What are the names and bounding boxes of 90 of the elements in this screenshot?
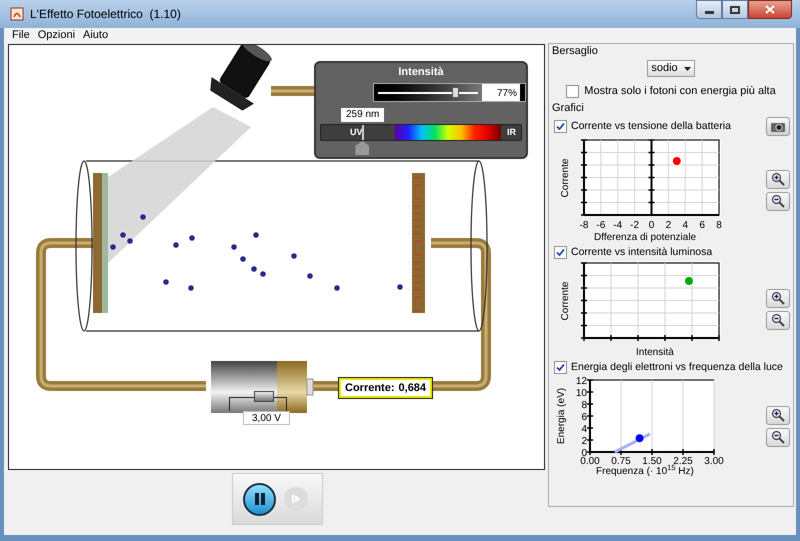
tick-label: -4 <box>613 220 622 231</box>
app-icon <box>10 7 24 21</box>
electron <box>188 285 194 291</box>
checkbox[interactable] <box>554 246 567 259</box>
group-heading: Grafici <box>552 102 585 115</box>
trend-line <box>614 432 651 454</box>
electron <box>307 273 313 279</box>
window-title: L'Effetto Fotoelettrico (1.10) <box>30 6 181 23</box>
tick-label: 0.00 <box>580 456 600 466</box>
electron <box>163 279 169 285</box>
axis-label: Dfferenza di potenziale <box>594 232 696 244</box>
camera-button[interactable] <box>766 117 790 136</box>
tick-label: 4 <box>581 424 587 435</box>
graph-toggle-label: Corrente vs intensità luminosa <box>571 246 712 259</box>
wavelength-slider[interactable]: UV IR <box>320 124 522 141</box>
checkbox[interactable] <box>566 85 580 98</box>
close-icon <box>765 5 775 14</box>
menu-item[interactable]: File <box>12 29 30 42</box>
zoom-in-icon <box>771 408 785 422</box>
tick-label: 1.50 <box>642 456 662 466</box>
slider-handle[interactable] <box>355 141 370 155</box>
maximize-icon <box>730 6 740 14</box>
axis-label: Intensità <box>636 347 674 359</box>
ir-label: IR <box>507 126 516 139</box>
menu-item[interactable]: Aiuto <box>83 29 108 42</box>
zoom-in-icon <box>771 291 785 305</box>
zoom-out-icon <box>771 313 785 327</box>
electron <box>173 242 179 248</box>
tick-label: 8 <box>716 220 722 231</box>
close-button[interactable] <box>748 0 792 19</box>
step-icon <box>290 493 302 505</box>
zoom-out-icon <box>771 194 785 208</box>
checkbox[interactable] <box>554 361 567 374</box>
tick-label: 0.75 <box>611 456 631 466</box>
zoom-in-button[interactable] <box>766 288 790 308</box>
zoom-in-icon <box>771 172 785 186</box>
graph-toggle-label: Energia degli elettroni vs frequenza della luce <box>571 361 783 374</box>
tick-label: 3.00 <box>704 456 724 466</box>
tick-label: -6 <box>596 220 606 231</box>
electron <box>291 253 297 259</box>
electron <box>140 214 146 220</box>
electron <box>334 285 340 291</box>
slider-thumb[interactable] <box>452 87 459 98</box>
tick-label: 6 <box>581 412 587 423</box>
tick-label: 10 <box>576 388 587 399</box>
pause-icon <box>252 492 266 506</box>
tick-label: -2 <box>630 220 640 231</box>
axis-label: Corrente <box>560 282 571 320</box>
tick-label: 4 <box>682 220 688 231</box>
menu-item[interactable]: Opzioni <box>38 29 76 42</box>
panel-title: Intensità <box>397 66 445 79</box>
zoom-in-button[interactable] <box>766 406 790 424</box>
caret-icon <box>684 66 691 70</box>
electron <box>253 232 259 238</box>
zoom-out-button[interactable] <box>766 310 790 330</box>
slider-thumb[interactable] <box>254 391 274 402</box>
target-dropdown[interactable]: sodio <box>647 60 695 77</box>
group-heading: Bersaglio <box>552 45 599 58</box>
voltage-readout: 3,00 V <box>243 411 290 425</box>
wavelength-readout: 259 nm <box>341 108 384 122</box>
current-value: 0,684 <box>398 380 426 396</box>
tick-label: 8 <box>581 400 587 411</box>
zoom-out-icon <box>771 430 785 444</box>
axis-label: Corrente <box>560 158 571 198</box>
current-label: Corrente: <box>345 380 395 396</box>
minimize-icon <box>704 11 714 14</box>
axis-label: Frequenza (· 10$^{15}$ Hz) <box>596 466 694 478</box>
pause-button[interactable] <box>243 482 276 516</box>
graph-toggle-label: Corrente vs tensione della batteria <box>571 120 731 133</box>
tick-label: 2 <box>666 220 672 231</box>
uv-label: UV <box>350 126 363 139</box>
tick-label: 2 <box>581 436 587 447</box>
zoom-out-button[interactable] <box>766 428 790 446</box>
minimize-button[interactable] <box>696 0 722 19</box>
maximize-button[interactable] <box>722 0 748 19</box>
zoom-in-button[interactable] <box>766 170 790 188</box>
tick-label: 0 <box>648 220 654 231</box>
tick-label: 6 <box>699 220 705 231</box>
electron <box>189 235 195 241</box>
tick-label: 2.25 <box>673 456 693 466</box>
intensity-readout: 77% <box>482 84 520 101</box>
zoom-out-button[interactable] <box>766 192 790 210</box>
axis-label: Energia (eV) <box>556 388 567 444</box>
tick-label: 12 <box>576 376 587 387</box>
camera-icon <box>770 121 786 132</box>
checkbox[interactable] <box>554 120 567 133</box>
electron <box>397 284 403 290</box>
tick-label: -8 <box>580 220 588 231</box>
checkbox-label: Mostra solo i fotoni con energia più alta <box>584 85 776 98</box>
wavelength-marker[interactable] <box>362 125 364 140</box>
